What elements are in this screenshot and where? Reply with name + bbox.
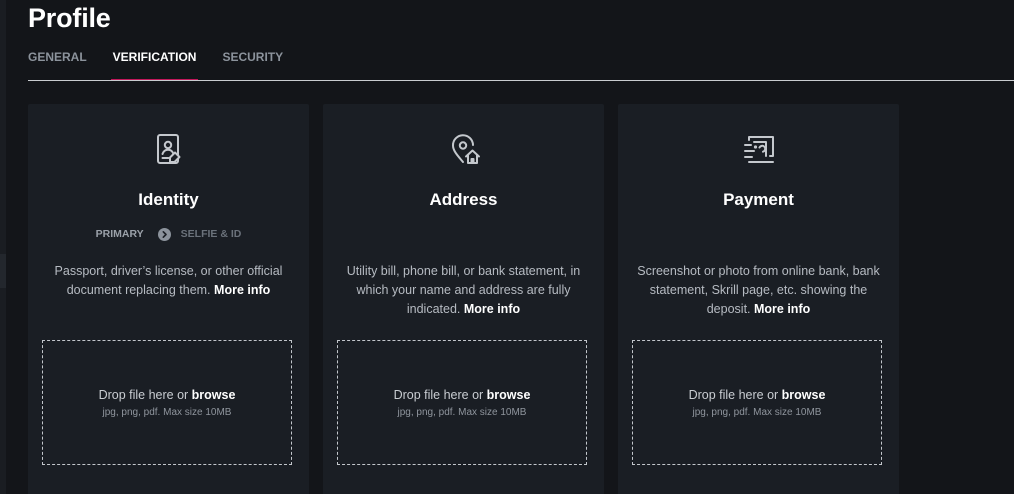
drop-text: Drop file here or (393, 388, 484, 402)
browse-link[interactable]: browse (782, 388, 826, 402)
more-info-link[interactable]: More info (214, 283, 270, 297)
drop-instruction: Drop file here or browse (338, 387, 586, 403)
tab-verification[interactable]: VERIFICATION (110, 49, 199, 82)
drop-instruction: Drop file here or browse (633, 387, 881, 403)
file-dropzone[interactable]: Drop file here or browse jpg, png, pdf. … (632, 340, 882, 465)
card-title: Address (429, 190, 498, 209)
left-sidebar-edge (0, 0, 6, 494)
tabs-divider (28, 80, 1014, 81)
drop-text: Drop file here or (98, 388, 189, 402)
chevron-right-icon (157, 227, 171, 241)
page-title: Profile (28, 3, 111, 33)
drop-text: Drop file here or (688, 388, 779, 402)
payment-card: Payment Screenshot or photo from online … (618, 104, 899, 494)
card-title: Payment (723, 190, 794, 209)
file-dropzone[interactable]: Drop file here or browse jpg, png, pdf. … (337, 340, 587, 465)
more-info-link[interactable]: More info (754, 302, 810, 316)
card-description: Passport, driver’s license, or other off… (46, 262, 291, 300)
id-card-icon (156, 134, 180, 164)
payment-card-icon (743, 136, 774, 163)
card-description: Utility bill, phone bill, or bank statem… (341, 262, 586, 319)
profile-page: Profile GENERAL VERIFICATION SECURITY Id… (0, 0, 1014, 494)
verification-steps: PRIMARY SELFIE & ID (28, 226, 309, 242)
file-type-hint: jpg, png, pdf. Max size 10MB (397, 407, 527, 418)
step-primary-label: PRIMARY (95, 228, 144, 240)
location-home-icon (451, 134, 480, 164)
file-dropzone[interactable]: Drop file here or browse jpg, png, pdf. … (42, 340, 292, 465)
drop-instruction: Drop file here or browse (43, 387, 291, 403)
sidebar-handle[interactable] (0, 254, 6, 288)
tab-security[interactable]: SECURITY (222, 49, 283, 82)
step-selfie-id-label: SELFIE & ID (180, 228, 242, 240)
identity-card: Identity PRIMARY SELFIE & ID Passport, d… (28, 104, 309, 494)
browse-link[interactable]: browse (487, 388, 531, 402)
profile-tabs: GENERAL VERIFICATION SECURITY (28, 49, 309, 82)
card-description: Screenshot or photo from online bank, ba… (636, 262, 881, 319)
tab-general[interactable]: GENERAL (28, 49, 87, 82)
file-type-hint: jpg, png, pdf. Max size 10MB (692, 407, 822, 418)
address-card: Address Utility bill, phone bill, or ban… (323, 104, 604, 494)
more-info-link[interactable]: More info (464, 302, 520, 316)
card-title: Identity (138, 190, 199, 209)
browse-link[interactable]: browse (192, 388, 236, 402)
file-type-hint: jpg, png, pdf. Max size 10MB (102, 407, 232, 418)
